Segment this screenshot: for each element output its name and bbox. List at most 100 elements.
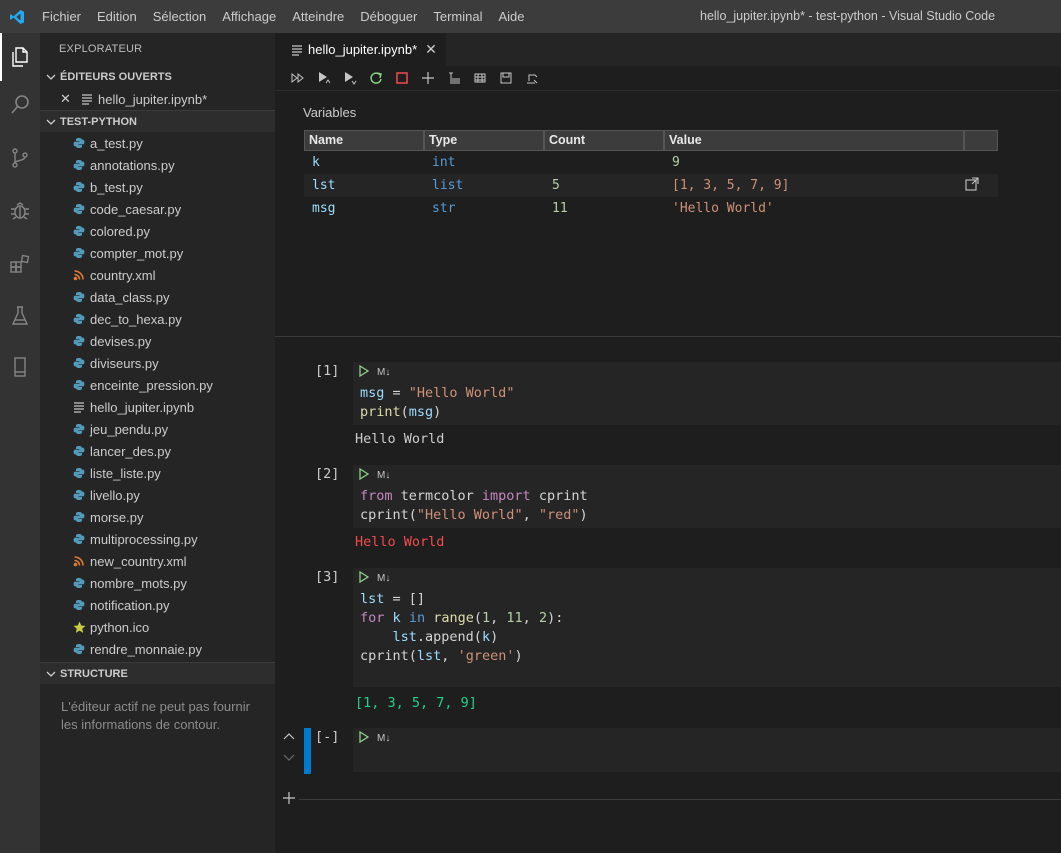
file-item[interactable]: nombre_mots.py — [40, 572, 275, 594]
close-icon[interactable]: ✕ — [60, 91, 74, 107]
file-label: lancer_des.py — [90, 443, 171, 459]
menu-terminal[interactable]: Terminal — [425, 0, 490, 33]
show-data-viewer-icon[interactable] — [964, 176, 998, 196]
python-file-icon — [72, 136, 86, 150]
menu-aide[interactable]: Aide — [491, 0, 533, 33]
file-item[interactable]: enceinte_pression.py — [40, 374, 275, 396]
file-item[interactable]: code_caesar.py — [40, 198, 275, 220]
star-file-icon — [72, 620, 86, 634]
run-all-icon[interactable] — [285, 68, 311, 88]
column-header-count[interactable]: Count — [544, 130, 664, 151]
file-item[interactable]: morse.py — [40, 506, 275, 528]
file-item[interactable]: notification.py — [40, 594, 275, 616]
device-icon[interactable] — [0, 343, 40, 391]
file-item[interactable]: dec_to_hexa.py — [40, 308, 275, 330]
file-item[interactable]: diviseurs.py — [40, 352, 275, 374]
menu-edition[interactable]: Edition — [89, 0, 145, 33]
file-item[interactable]: lancer_des.py — [40, 440, 275, 462]
code-editor[interactable]: lst = [] for k in range(1, 11, 2): lst.a… — [353, 588, 1061, 687]
debug-icon[interactable] — [0, 187, 40, 235]
export-icon[interactable] — [519, 68, 545, 88]
structure-header[interactable]: STRUCTURE — [40, 662, 275, 684]
file-item[interactable]: annotations.py — [40, 154, 275, 176]
cell-toolbar: M↓ — [353, 362, 1061, 382]
file-item[interactable]: a_test.py — [40, 132, 275, 154]
menu-deboguer[interactable]: Déboguer — [352, 0, 425, 33]
table-row[interactable]: lst list 5 [1, 3, 5, 7, 9] — [304, 174, 998, 197]
file-label: multiprocessing.py — [90, 531, 198, 547]
file-item[interactable]: country.xml — [40, 264, 275, 286]
file-item[interactable]: b_test.py — [40, 176, 275, 198]
table-row[interactable]: msg str 11 'Hello World' — [304, 197, 998, 220]
column-header-value[interactable]: Value — [664, 130, 964, 151]
cell-selection-indicator — [304, 728, 311, 774]
python-file-icon — [72, 334, 86, 348]
file-label: compter_mot.py — [90, 245, 184, 261]
python-file-icon — [72, 180, 86, 194]
add-cell-icon[interactable] — [415, 68, 441, 88]
run-above-icon[interactable] — [311, 68, 337, 88]
run-below-icon[interactable] — [337, 68, 363, 88]
menu-selection[interactable]: Sélection — [145, 0, 214, 33]
python-file-icon — [72, 246, 86, 260]
file-item[interactable]: rendre_monnaie.py — [40, 638, 275, 660]
open-editors-label: ÉDITEURS OUVERTS — [60, 71, 172, 83]
file-item[interactable]: devises.py — [40, 330, 275, 352]
column-header-type[interactable]: Type — [424, 130, 544, 151]
menu-atteindre[interactable]: Atteindre — [284, 0, 352, 33]
variables-icon[interactable] — [467, 68, 493, 88]
file-item[interactable]: jeu_pendu.py — [40, 418, 275, 440]
file-item[interactable]: data_class.py — [40, 286, 275, 308]
code-editor[interactable]: msg = "Hello World" print(msg) — [353, 382, 1061, 425]
python-file-icon — [72, 466, 86, 480]
move-cell-down-icon[interactable] — [283, 750, 295, 765]
clear-outputs-icon[interactable] — [441, 68, 467, 88]
move-cell-up-icon[interactable] — [283, 730, 295, 745]
menu-affichage[interactable]: Affichage — [214, 0, 284, 33]
add-cell-icon[interactable] — [282, 791, 296, 808]
python-file-icon — [72, 224, 86, 238]
files-icon[interactable] — [0, 33, 40, 81]
project-header[interactable]: TEST-PYTHON — [40, 110, 275, 132]
file-item[interactable]: colored.py — [40, 220, 275, 242]
structure-label: STRUCTURE — [60, 667, 128, 680]
run-cell-icon[interactable] — [359, 730, 370, 746]
python-file-icon — [72, 312, 86, 326]
markdown-toggle[interactable]: M↓ — [377, 470, 390, 481]
file-item[interactable]: new_country.xml — [40, 550, 275, 572]
markdown-toggle[interactable]: M↓ — [377, 367, 390, 378]
run-cell-icon[interactable] — [359, 570, 370, 586]
file-item[interactable]: livello.py — [40, 484, 275, 506]
open-editor-item[interactable]: ✕ hello_jupiter.ipynb* — [40, 88, 275, 110]
open-editors-header[interactable]: ÉDITEURS OUVERTS — [40, 66, 275, 88]
file-item[interactable]: compter_mot.py — [40, 242, 275, 264]
tab-hello-jupiter[interactable]: hello_jupiter.ipynb* ✕ — [275, 33, 446, 66]
menu-fichier[interactable]: Fichier — [34, 0, 89, 33]
table-row[interactable]: k int 9 — [304, 151, 998, 174]
file-item[interactable]: multiprocessing.py — [40, 528, 275, 550]
file-item[interactable]: python.ico — [40, 616, 275, 638]
execution-count: [3] — [315, 569, 340, 585]
restart-kernel-icon[interactable] — [363, 68, 389, 88]
var-name: k — [312, 155, 320, 170]
close-icon[interactable]: ✕ — [425, 41, 437, 58]
notebook-file-icon — [80, 92, 94, 106]
code-editor[interactable]: from termcolor import cprint cprint("Hel… — [353, 485, 1061, 528]
search-icon[interactable] — [0, 81, 40, 129]
run-cell-icon[interactable] — [359, 364, 370, 380]
file-item[interactable]: liste_liste.py — [40, 462, 275, 484]
file-item[interactable]: hello_jupiter.ipynb — [40, 396, 275, 418]
extensions-icon[interactable] — [0, 240, 40, 288]
code-editor[interactable] — [353, 748, 1061, 772]
column-header-name[interactable]: Name — [304, 130, 424, 151]
interrupt-kernel-icon[interactable] — [389, 68, 415, 88]
save-icon[interactable] — [493, 68, 519, 88]
markdown-toggle[interactable]: M↓ — [377, 733, 390, 744]
rss-file-icon — [72, 554, 86, 568]
variables-panel: Variables Name Type Count Value k int 9 … — [275, 92, 1061, 337]
markdown-toggle[interactable]: M↓ — [377, 573, 390, 584]
file-label: dec_to_hexa.py — [90, 311, 182, 327]
run-cell-icon[interactable] — [359, 467, 370, 483]
source-control-icon[interactable] — [0, 134, 40, 182]
flask-icon[interactable] — [0, 292, 40, 340]
